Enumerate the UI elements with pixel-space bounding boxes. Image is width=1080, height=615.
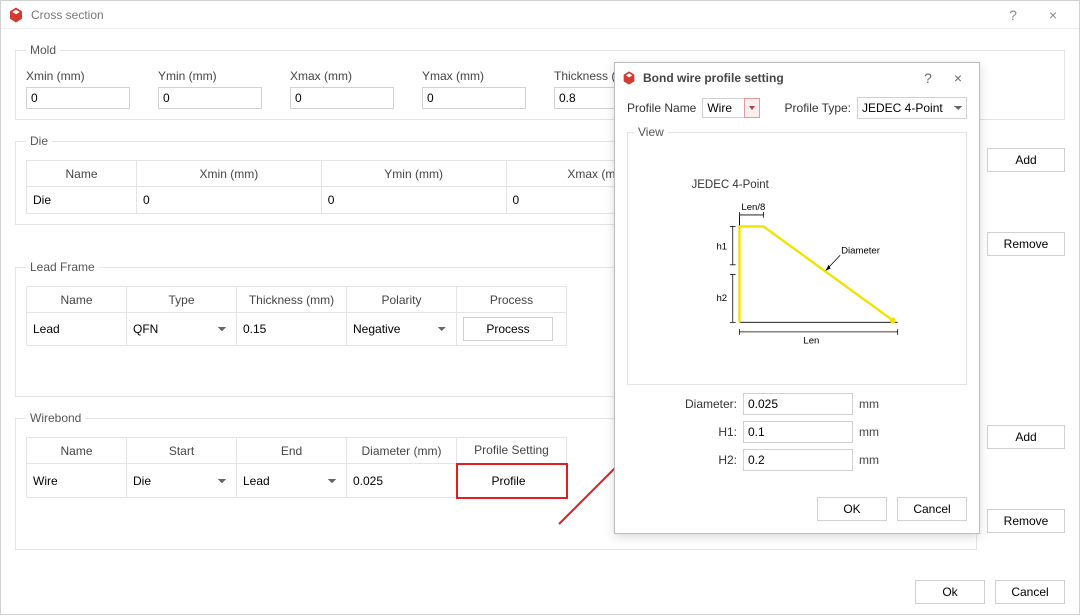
param-h1-unit: mm <box>859 425 889 439</box>
mold-ymin-label: Ymin (mm) <box>158 69 262 83</box>
wb-h-prof: Profile Setting <box>457 438 567 464</box>
die-name-input[interactable] <box>33 191 130 209</box>
titlebar: Cross section ? × <box>1 1 1079 29</box>
view-group: View JEDEC 4-Point Len/8 h1 <box>627 125 967 385</box>
mold-xmin-label: Xmin (mm) <box>26 69 130 83</box>
chart-len-label: Len <box>803 335 819 346</box>
dialog-close-button[interactable]: × <box>943 70 973 86</box>
param-h2-input[interactable] <box>743 449 853 471</box>
lf-h-pol: Polarity <box>347 287 457 313</box>
lf-header-row: Name Type Thickness (mm) Polarity Proces… <box>27 287 567 313</box>
wb-name-input[interactable] <box>33 472 120 490</box>
die-h-ymin: Ymin (mm) <box>321 161 506 187</box>
profile-chart: JEDEC 4-Point Len/8 h1 <box>634 145 960 375</box>
lf-h-type: Type <box>127 287 237 313</box>
profile-type-label: Profile Type: <box>785 101 851 115</box>
wb-h-name: Name <box>27 438 127 464</box>
mold-ymin-input[interactable] <box>158 87 262 109</box>
param-diameter-label: Diameter: <box>627 397 737 411</box>
lf-type-select[interactable]: QFN <box>133 320 230 338</box>
dialog-ok-button[interactable]: OK <box>817 497 887 521</box>
chart-h2-label: h2 <box>716 293 727 304</box>
wirebond-table: Name Start End Diameter (mm) Profile Set… <box>26 437 568 499</box>
leadframe-legend: Lead Frame <box>26 260 99 274</box>
lf-process-button[interactable]: Process <box>463 317 553 341</box>
wb-header-row: Name Start End Diameter (mm) Profile Set… <box>27 438 567 464</box>
table-row[interactable]: Die Lead Profile <box>27 464 567 498</box>
dialog-titlebar: Bond wire profile setting ? × <box>615 63 979 93</box>
wb-h-end: End <box>237 438 347 464</box>
mold-ymax-input[interactable] <box>422 87 526 109</box>
mold-xmax-input[interactable] <box>290 87 394 109</box>
die-h-name: Name <box>27 161 137 187</box>
mold-xmin-input[interactable] <box>26 87 130 109</box>
profile-name-input[interactable] <box>702 98 744 118</box>
ok-button[interactable]: Ok <box>915 580 985 604</box>
dialog-cancel-button[interactable]: Cancel <box>897 497 967 521</box>
cancel-button[interactable]: Cancel <box>995 580 1065 604</box>
wb-h-dia: Diameter (mm) <box>347 438 457 464</box>
profile-name-combo[interactable] <box>702 98 760 118</box>
window-footer: Ok Cancel <box>1 574 1079 614</box>
app-icon <box>7 6 25 24</box>
wb-start-select[interactable]: Die <box>133 472 230 490</box>
help-button[interactable]: ? <box>993 7 1033 23</box>
wb-add-button[interactable]: Add <box>987 425 1065 449</box>
profile-name-dropdown-icon[interactable] <box>744 98 760 118</box>
wb-h-start: Start <box>127 438 237 464</box>
lf-h-thk: Thickness (mm) <box>237 287 347 313</box>
lf-polarity-select[interactable]: Negative <box>353 320 450 338</box>
param-diameter-unit: mm <box>859 397 889 411</box>
param-h1-label: H1: <box>627 425 737 439</box>
lf-name-input[interactable] <box>33 320 120 338</box>
close-button[interactable]: × <box>1033 7 1073 23</box>
die-ymin-input[interactable] <box>328 191 500 209</box>
mold-ymax-label: Ymax (mm) <box>422 69 526 83</box>
die-h-xmin: Xmin (mm) <box>137 161 322 187</box>
window-title: Cross section <box>31 8 104 22</box>
wb-end-select[interactable]: Lead <box>243 472 340 490</box>
dialog-footer: OK Cancel <box>615 487 979 533</box>
wb-remove-button[interactable]: Remove <box>987 509 1065 533</box>
dialog-help-button[interactable]: ? <box>913 70 943 86</box>
die-remove-button[interactable]: Remove <box>987 232 1065 256</box>
lf-thk-input[interactable] <box>243 320 340 338</box>
mold-xmax-label: Xmax (mm) <box>290 69 394 83</box>
param-h2-unit: mm <box>859 453 889 467</box>
chart-title: JEDEC 4-Point <box>692 179 770 191</box>
wb-dia-input[interactable] <box>353 472 450 490</box>
chart-diameter-label: Diameter <box>841 245 881 256</box>
die-xmin-input[interactable] <box>143 191 315 209</box>
leadframe-table: Name Type Thickness (mm) Polarity Proces… <box>26 286 567 346</box>
lf-h-name: Name <box>27 287 127 313</box>
param-diameter-input[interactable] <box>743 393 853 415</box>
wirebond-legend: Wirebond <box>26 411 85 425</box>
app-icon <box>621 70 637 86</box>
param-h2-label: H2: <box>627 453 737 467</box>
table-row[interactable]: QFN Negative Process <box>27 313 567 346</box>
die-add-button[interactable]: Add <box>987 148 1065 172</box>
chart-len8-label: Len/8 <box>741 202 765 213</box>
bond-wire-dialog: Bond wire profile setting ? × Profile Na… <box>614 62 980 534</box>
profile-name-label: Profile Name <box>627 101 696 115</box>
view-legend: View <box>634 125 668 139</box>
dialog-title: Bond wire profile setting <box>643 71 784 85</box>
die-legend: Die <box>26 134 52 148</box>
param-h1-input[interactable] <box>743 421 853 443</box>
chart-h1-label: h1 <box>716 241 727 252</box>
lf-h-proc: Process <box>457 287 567 313</box>
mold-legend: Mold <box>26 43 60 57</box>
profile-type-select[interactable]: JEDEC 4-Point <box>857 97 967 119</box>
wb-profile-button[interactable]: Profile <box>464 469 554 493</box>
